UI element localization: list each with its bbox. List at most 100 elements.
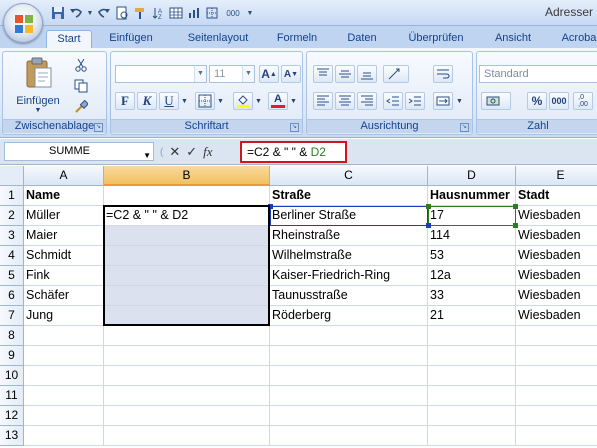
undo-icon[interactable]: [68, 5, 84, 21]
tab-daten[interactable]: Daten: [336, 30, 388, 48]
cell-e8[interactable]: [516, 326, 597, 346]
cell-e9[interactable]: [516, 346, 597, 366]
column-header-e[interactable]: E: [516, 166, 597, 186]
chevron-down-icon[interactable]: ▼: [180, 92, 189, 110]
font-color-button[interactable]: A: [268, 92, 288, 110]
increase-indent-button[interactable]: [405, 92, 425, 110]
percent-button[interactable]: %: [527, 92, 547, 110]
align-top-button[interactable]: [313, 65, 333, 83]
tab-einfuegen[interactable]: Einfügen: [100, 30, 162, 48]
tab-formeln[interactable]: Formeln: [268, 30, 326, 48]
cut-button[interactable]: [71, 56, 91, 74]
cell-c8[interactable]: [270, 326, 428, 346]
cell-c4[interactable]: Wilhelmstraße: [270, 246, 428, 266]
row-header-2[interactable]: 2: [0, 206, 24, 226]
align-right-button[interactable]: [357, 92, 377, 110]
cell-e1[interactable]: Stadt: [516, 186, 597, 206]
row-header-1[interactable]: 1: [0, 186, 24, 206]
cell-b8[interactable]: [104, 326, 270, 346]
cell-d6[interactable]: 33: [428, 286, 516, 306]
cell-c2[interactable]: Berliner Straße: [270, 206, 428, 226]
tab-acrobat[interactable]: Acroba: [556, 30, 597, 48]
cell-e11[interactable]: [516, 386, 597, 406]
tab-ueberpruefen[interactable]: Überprüfen: [400, 30, 472, 48]
column-header-c[interactable]: C: [270, 166, 428, 186]
clipboard-launcher-icon[interactable]: ↘: [94, 123, 103, 132]
font-size-combo[interactable]: 11 ▼: [209, 65, 255, 83]
cell-e5[interactable]: Wiesbaden: [516, 266, 597, 286]
cell-b2[interactable]: =C2 & " " & D2: [104, 206, 270, 226]
shrink-font-button[interactable]: A ▼: [281, 65, 301, 83]
column-header-b[interactable]: B: [104, 166, 270, 186]
row-header-9[interactable]: 9: [0, 346, 24, 366]
cell-b13[interactable]: [104, 426, 270, 446]
cell-d13[interactable]: [428, 426, 516, 446]
cell-c7[interactable]: Röderberg: [270, 306, 428, 326]
format-painter-icon[interactable]: [132, 5, 148, 21]
tab-seitenlayout[interactable]: Seitenlayout: [178, 30, 258, 48]
chevron-down-icon[interactable]: ▼: [455, 92, 464, 110]
row-header-12[interactable]: 12: [0, 406, 24, 426]
cell-e13[interactable]: [516, 426, 597, 446]
cell-c5[interactable]: Kaiser-Friedrich-Ring: [270, 266, 428, 286]
font-name-combo[interactable]: ▼: [115, 65, 207, 83]
cell-c6[interactable]: Taunusstraße: [270, 286, 428, 306]
row-header-5[interactable]: 5: [0, 266, 24, 286]
cell-b10[interactable]: [104, 366, 270, 386]
cell-c13[interactable]: [270, 426, 428, 446]
cell-c1[interactable]: Straße: [270, 186, 428, 206]
number-format-icon[interactable]: 000: [222, 5, 244, 21]
sort-icon[interactable]: AZ: [150, 5, 166, 21]
cell-a12[interactable]: [24, 406, 104, 426]
cell-d5[interactable]: 12a: [428, 266, 516, 286]
alignment-launcher-icon[interactable]: ↘: [460, 123, 469, 132]
cell-a10[interactable]: [24, 366, 104, 386]
cell-c3[interactable]: Rheinstraße: [270, 226, 428, 246]
chevron-down-icon[interactable]: ▼: [216, 92, 225, 110]
grow-font-button[interactable]: A ▲: [259, 65, 279, 83]
cell-b5[interactable]: [104, 266, 270, 286]
borders-button[interactable]: [195, 92, 215, 110]
cell-e10[interactable]: [516, 366, 597, 386]
cell-b12[interactable]: [104, 406, 270, 426]
chevron-down-icon[interactable]: ▼: [289, 92, 298, 110]
cell-a8[interactable]: [24, 326, 104, 346]
cell-a1[interactable]: Name: [24, 186, 104, 206]
cell-d4[interactable]: 53: [428, 246, 516, 266]
increase-decimal-button[interactable]: ,0,00: [573, 92, 593, 110]
row-header-11[interactable]: 11: [0, 386, 24, 406]
cell-b11[interactable]: [104, 386, 270, 406]
cell-b6[interactable]: [104, 286, 270, 306]
row-header-4[interactable]: 4: [0, 246, 24, 266]
table-icon[interactable]: [168, 5, 184, 21]
save-icon[interactable]: [50, 5, 66, 21]
column-header-a[interactable]: A: [24, 166, 104, 186]
cancel-icon[interactable]: ✕: [169, 144, 180, 160]
cell-a2[interactable]: Müller: [24, 206, 104, 226]
fill-color-button[interactable]: [233, 92, 253, 110]
cell-d8[interactable]: [428, 326, 516, 346]
wrap-text-button[interactable]: [433, 65, 453, 83]
cell-d2[interactable]: 17: [428, 206, 516, 226]
print-preview-icon[interactable]: [114, 5, 130, 21]
cell-a3[interactable]: Maier: [24, 226, 104, 246]
row-header-3[interactable]: 3: [0, 226, 24, 246]
column-header-d[interactable]: D: [428, 166, 516, 186]
cell-b1[interactable]: [104, 186, 270, 206]
copy-button[interactable]: [71, 77, 91, 95]
align-left-button[interactable]: [313, 92, 333, 110]
row-header-10[interactable]: 10: [0, 366, 24, 386]
align-bottom-button[interactable]: [357, 65, 377, 83]
cell-d10[interactable]: [428, 366, 516, 386]
decrease-indent-button[interactable]: [383, 92, 403, 110]
row-header-6[interactable]: 6: [0, 286, 24, 306]
merge-center-button[interactable]: [433, 92, 453, 110]
row-header-7[interactable]: 7: [0, 306, 24, 326]
cell-c12[interactable]: [270, 406, 428, 426]
redo-icon[interactable]: [96, 5, 112, 21]
chart-icon[interactable]: [186, 5, 202, 21]
enter-icon[interactable]: ✓: [186, 144, 197, 160]
cell-b3[interactable]: [104, 226, 270, 246]
cell-e4[interactable]: Wiesbaden: [516, 246, 597, 266]
chevron-down-icon[interactable]: ▼: [86, 5, 94, 21]
